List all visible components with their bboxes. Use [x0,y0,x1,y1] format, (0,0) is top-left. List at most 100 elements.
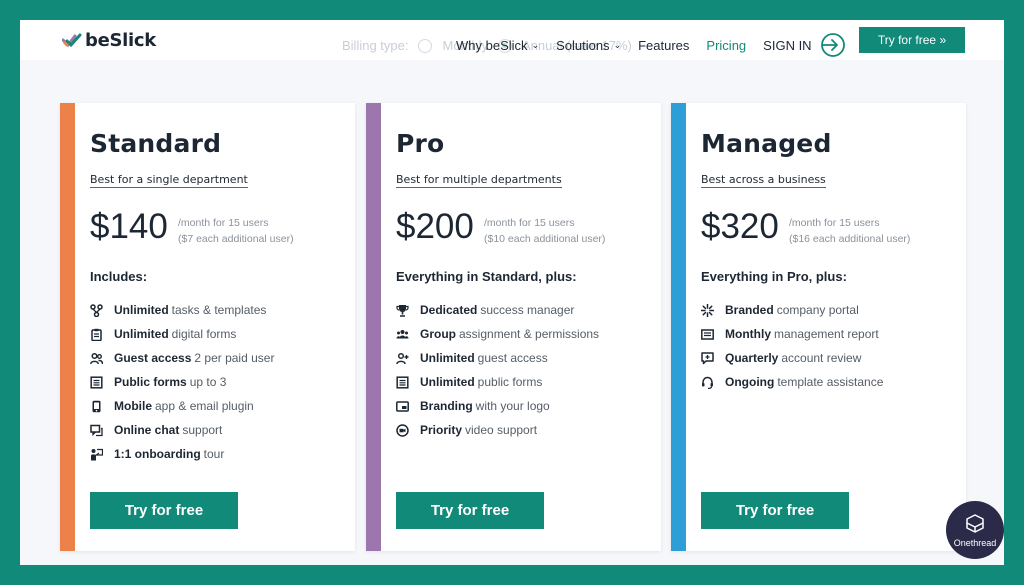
plan-price: $200 [396,207,474,246]
plan-subtitle: Best for multiple departments [396,173,562,188]
plan-card-pro: Pro Best for multiple departments $200 /… [366,103,661,551]
price-note-additional: ($7 each additional user) [178,233,294,245]
chevron-down-icon: ⌄ [613,39,622,50]
feature-text: account review [781,351,862,365]
plan-price: $320 [701,207,779,246]
plan-name: Pro [396,129,445,158]
clipboard-icon [90,328,103,341]
nav-pricing[interactable]: Pricing [706,38,746,53]
users-icon [90,352,103,365]
feature-bold: Mobile [114,399,152,413]
nav-why-beslick[interactable]: Why beSlick ⌄ [456,38,539,53]
sparkle-icon [701,303,714,317]
price-note-users: /month for 15 users [484,217,575,229]
feature-text: management report [774,327,879,341]
try-for-free-button-standard[interactable]: Try for free [90,492,238,529]
top-navigation-bar: beSlick Billing type: Monthly Annual (sa… [20,20,1004,60]
list-item: 1:1 onboarding tour [90,442,274,466]
nav-item-label: Why beSlick [456,37,528,53]
feature-bold: Guest access [114,351,192,365]
workflow-icon [90,303,103,317]
list-item: Online chat support [90,418,274,442]
sign-in-label: SIGN IN [763,37,812,53]
nav-solutions[interactable]: Solutions ⌄ [556,38,621,53]
feature-list: Branded company portal Monthly management … [701,298,883,394]
list-item: Unlimited tasks & templates [90,298,274,322]
sign-in-link[interactable]: SIGN IN [763,32,845,58]
main-nav: Why beSlick ⌄ Solutions ⌄ Features Prici… [456,32,846,58]
feature-bold: Unlimited [420,351,475,365]
chevron-down-icon: ⌄ [531,39,540,50]
feature-text: template assistance [777,375,884,389]
report-icon [701,328,714,341]
feature-bold: Public forms [114,375,187,389]
watermark-label: Onethread [953,537,997,548]
feature-bold: Group [420,327,456,341]
list-item: Unlimited digital forms [90,322,274,346]
try-for-free-header-button[interactable]: Try for free » [859,27,965,53]
list-item: Dedicated success manager [396,298,599,322]
price-note-users: /month for 15 users [789,217,880,229]
plan-subtitle: Best across a business [701,173,826,188]
list-item: Priority video support [396,418,599,442]
try-for-free-button-pro[interactable]: Try for free [396,492,544,529]
sign-in-arrow-icon [820,33,845,57]
try-for-free-button-managed[interactable]: Try for free [701,492,849,529]
feature-bold: Priority [420,423,463,437]
nav-features[interactable]: Features [638,38,689,53]
price-note-additional: ($10 each additional user) [484,233,606,245]
presenter-icon [90,448,103,461]
feature-list: Dedicated success manager Group assignment… [396,298,599,442]
plan-price: $140 [90,207,168,246]
feature-text: digital forms [171,327,237,341]
list-item: Monthly management report [701,322,883,346]
nav-item-label: Pricing [706,37,747,53]
add-user-icon [396,352,409,365]
chat-icon [90,424,103,437]
feature-bold: Ongoing [725,375,775,389]
feature-bold: 1:1 onboarding [114,447,201,461]
plan-card-managed: Managed Best across a business $320 /mon… [671,103,966,551]
logo-check-icon [62,33,82,47]
onethread-logo-icon [966,513,984,533]
brand-logo[interactable]: beSlick [62,30,156,51]
plan-accent-stripe [671,103,686,551]
plan-name: Standard [90,129,222,158]
feature-text: guest access [477,351,548,365]
plan-includes-heading: Includes: [90,269,148,284]
plan-name: Managed [701,129,832,158]
plan-includes-heading: Everything in Pro, plus: [701,269,847,284]
price-note-additional: ($16 each additional user) [789,233,911,245]
feature-text: success manager [480,303,575,317]
price-note-users: /month for 15 users [178,217,269,229]
form-icon [396,375,409,389]
feature-text: tasks & templates [171,303,267,317]
feature-text: assignment & permissions [459,327,600,341]
mobile-icon [90,400,103,413]
plan-card-standard: Standard Best for a single department $1… [60,103,355,551]
nav-item-label: Features [638,37,690,53]
video-icon [396,423,409,437]
plan-subtitle: Best for a single department [90,173,248,188]
feature-bold: Monthly [725,327,771,341]
plan-price-note: /month for 15 users ($16 each additional… [789,215,910,247]
brand-name: beSlick [85,30,156,51]
feature-text: up to 3 [189,375,227,389]
list-item: Unlimited public forms [396,370,599,394]
monthly-radio[interactable] [418,38,433,53]
onethread-watermark-badge: Onethread [946,501,1004,559]
list-item: Branding with your logo [396,394,599,418]
plan-accent-stripe [60,103,75,551]
plan-includes-heading: Everything in Standard, plus: [396,269,577,284]
review-icon [701,351,714,365]
list-item: Branded company portal [701,298,883,322]
plan-price-note: /month for 15 users ($10 each additional… [484,215,605,247]
feature-bold: Unlimited [114,327,169,341]
feature-bold: Unlimited [114,303,169,317]
feature-bold: Quarterly [725,351,779,365]
list-item: Ongoing template assistance [701,370,883,394]
plan-accent-stripe [366,103,381,551]
feature-text: with your logo [475,399,550,413]
billing-label: Billing type: [342,38,409,53]
feature-bold: Unlimited [420,375,475,389]
